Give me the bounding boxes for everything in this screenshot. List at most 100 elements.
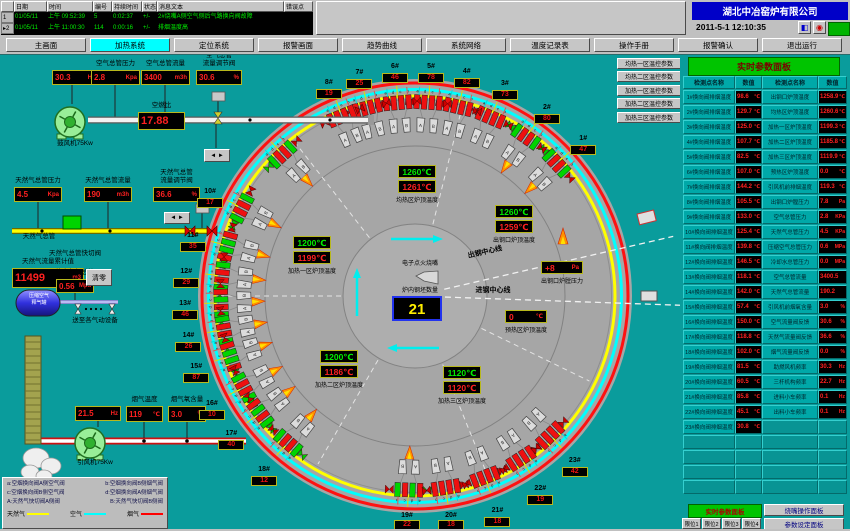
tab-9[interactable]: 报警确认 (678, 38, 758, 52)
tab-6[interactable]: 系统网络 (426, 38, 506, 52)
param-unit: ℃ (839, 124, 845, 130)
alarm-col-header: 持续时间 (112, 1, 142, 12)
air-flow-valve-readout: 30.6% (196, 70, 242, 85)
static-label-2: 天然气总管快切阀 (28, 250, 122, 258)
air-flow-valve-unit: % (234, 75, 239, 81)
system-icon-button[interactable]: ◧ (798, 21, 811, 34)
param-value: 1260.6 (820, 109, 838, 115)
param-value-cell: 0.0℃ (818, 165, 847, 179)
static-label-0: 鼓风机75Kw (44, 140, 106, 148)
tab-10[interactable]: 退出运行 (762, 38, 842, 52)
param-value: 0.1 (820, 394, 828, 400)
param-value-cell: 1199.3℃ (818, 120, 847, 134)
flue-temp-readout: 119℃ (126, 406, 163, 422)
air-main-flow-value: 3400 (144, 73, 162, 82)
param-unit: % (841, 334, 845, 340)
alarm-row[interactable]: ▸201/05/11上午 11:00:301140:00:16+/-排烟温度高 (1, 23, 313, 34)
static-label-3: 压缩空气 (22, 293, 56, 299)
param-value-cell (818, 450, 847, 464)
burner-position-value: 18 (484, 517, 510, 527)
param-unit: ℃ (754, 109, 760, 115)
tab-7[interactable]: 温度记录表 (510, 38, 590, 52)
param-value-cell: 1260.6℃ (818, 105, 847, 119)
clear-total-button[interactable]: 清零 (86, 269, 112, 286)
burner-position-value: 35 (180, 242, 206, 252)
param-value-cell: 0.1Hz (818, 405, 847, 419)
burner-position-label: 1# (571, 135, 595, 142)
zone-param-button-5[interactable]: 加热三区温控参数 (617, 112, 681, 123)
air-fuel-ratio-readout: 17.88 (138, 112, 185, 130)
zone-param-button-2[interactable]: 均热二区温控参数 (617, 71, 681, 82)
live-panel-button[interactable]: 实时参数面板 (688, 504, 762, 518)
param-name-cell: 出钢口炉顶温度 (762, 90, 818, 104)
burner-position-label: 15# (184, 363, 208, 370)
param-value-cell: 105.5℃ (735, 195, 762, 209)
tab-8[interactable]: 操作手册 (594, 38, 674, 52)
param-name-cell: 2#换向阀排烟温度 (683, 105, 735, 119)
param-value-cell: 129.7℃ (735, 105, 762, 119)
limit-button-3[interactable]: 限位3 (722, 518, 741, 529)
alarm-icon-button[interactable]: ◉ (813, 21, 826, 34)
tab-4[interactable]: 报警画面 (258, 38, 338, 52)
param-value-cell: 190.2 (818, 285, 847, 299)
burner-position-value: 17 (197, 198, 223, 208)
zone-param-button-4[interactable]: 加热二区温控参数 (617, 98, 681, 109)
tab-1[interactable]: 主画面 (6, 38, 86, 52)
param-unit: Hz (839, 409, 845, 415)
param-value-cell: 3400.5 (818, 270, 847, 284)
gas-flow-valve-value: 36.6 (156, 190, 172, 199)
param-value: 142.0 (737, 289, 752, 295)
limit-button-4[interactable]: 限位4 (742, 518, 761, 529)
param-name-cell: 压缩空气总管压力 (762, 240, 818, 254)
param-unit: MPa (835, 259, 845, 265)
param-value-cell: 0.6MPa (818, 240, 847, 254)
param-value: 105.5 (737, 199, 752, 205)
alarm-table[interactable]: 日期时间编号持续时间状态消息文本错误点101/05/11上午 09:52:395… (1, 1, 313, 35)
param-name-cell: 16#换向阀排烟温度 (683, 315, 735, 329)
param-name-cell: 空气总管流量 (762, 270, 818, 284)
alarm-cell: 01/05/11 (14, 23, 47, 34)
zone-actual-display: 1186℃ (320, 365, 358, 378)
legend-line-item: 烟气 (127, 509, 163, 518)
legend-line-item: 空气 (70, 509, 106, 518)
legend-line-item: 天然气 (7, 509, 49, 518)
param-name-cell: 烟气流量阀反馈 (762, 345, 818, 359)
param-value-cell: 125.0℃ (735, 120, 762, 134)
param-unit: ℃ (754, 154, 760, 160)
param-value-cell: 142.0℃ (735, 285, 762, 299)
fan-freq-readout: 21.5Hz (75, 406, 121, 421)
billet-count-display: 21 (392, 296, 442, 321)
alarm-col-header: 错误点 (284, 1, 313, 12)
tab-3[interactable]: 定位系统 (174, 38, 254, 52)
zone-actual-display: 1120℃ (443, 381, 481, 394)
zone-param-button-1[interactable]: 均热一区温控参数 (617, 58, 681, 69)
zone-actual-display: 1259℃ (495, 220, 533, 233)
param-name-cell: 引风机前烟氧含量 (762, 300, 818, 314)
single-display-unit: ℃ (536, 311, 543, 322)
gas-flow-total-value: 11499 (15, 272, 45, 284)
air-valve-jog-control[interactable]: ◄ ► (204, 149, 230, 162)
alarm-row[interactable]: 101/05/11上午 09:52:3950:02:37+/-2#烧嘴A侧空气侧… (1, 12, 313, 23)
param-name-cell (683, 480, 735, 494)
tab-5[interactable]: 趋势曲线 (342, 38, 422, 52)
param-value: 0.0 (820, 349, 828, 355)
air-main-flow-readout: 3400m3h (141, 70, 190, 85)
zone-display-label: 加热二区炉顶温度 (299, 380, 379, 389)
param-value: 1258.9 (820, 94, 838, 100)
param-value: 82.5 (737, 154, 749, 160)
limit-button-2[interactable]: 限位2 (702, 518, 721, 529)
gas-valve-jog-control[interactable]: ◄ ► (164, 212, 190, 224)
param-unit: ℃ (754, 394, 760, 400)
param-value: 150.0 (737, 319, 752, 325)
param-name-cell (762, 480, 818, 494)
alarm-cell: 上午 11:00:30 (47, 23, 93, 34)
tab-2[interactable]: 加热系统 (90, 38, 170, 52)
param-unit: KPa (835, 229, 845, 235)
param-value: 22.7 (820, 379, 832, 385)
burner-ops-panel-button[interactable]: 烧嘴操作面板 (764, 504, 844, 516)
limit-button-1[interactable]: 限位1 (682, 518, 701, 529)
param-value: 45.1 (737, 409, 749, 415)
zone-param-button-3[interactable]: 加热一区温控参数 (617, 85, 681, 96)
param-value-cell: 81.5℃ (735, 360, 762, 374)
air-main-pressure-unit: Kpa (126, 75, 137, 81)
